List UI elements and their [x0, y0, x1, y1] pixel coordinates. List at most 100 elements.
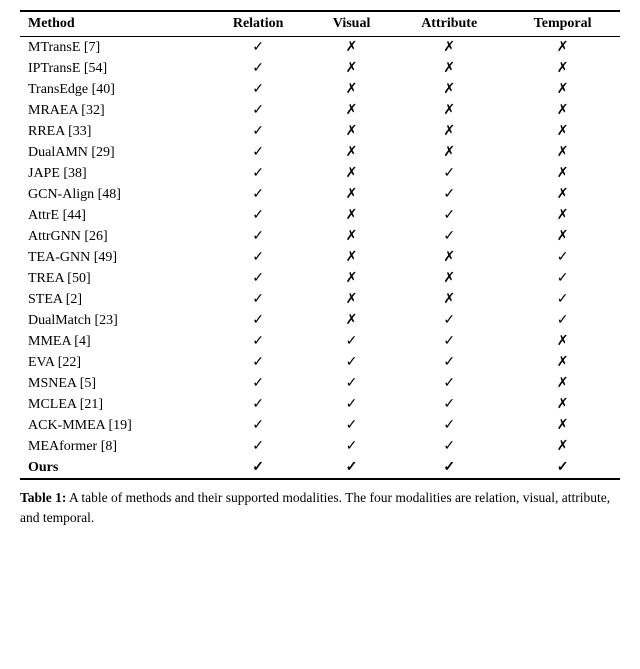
cell-method: GCN-Align [48] — [20, 184, 206, 205]
cell-relation: ✓ — [206, 79, 310, 100]
cell-temporal: ✗ — [505, 205, 620, 226]
cell-attribute: ✓ — [393, 205, 505, 226]
cell-temporal: ✗ — [505, 415, 620, 436]
cell-attribute: ✓ — [393, 331, 505, 352]
cell-visual: ✗ — [310, 100, 393, 121]
cell-visual: ✗ — [310, 226, 393, 247]
cell-visual: ✗ — [310, 205, 393, 226]
cell-temporal: ✗ — [505, 373, 620, 394]
col-header-relation: Relation — [206, 11, 310, 37]
cell-temporal: ✓ — [505, 268, 620, 289]
table-row: DualMatch [23]✓✗✓✓ — [20, 310, 620, 331]
cell-visual: ✓ — [310, 415, 393, 436]
cell-method: MCLEA [21] — [20, 394, 206, 415]
caption-label: Table 1: — [20, 490, 66, 505]
cell-visual: ✓ — [310, 373, 393, 394]
cell-visual: ✓ — [310, 457, 393, 479]
cell-method: Ours — [20, 457, 206, 479]
table-row: TEA-GNN [49]✓✗✗✓ — [20, 247, 620, 268]
cell-method: DualAMN [29] — [20, 142, 206, 163]
table-container: Method Relation Visual Attribute Tempora… — [20, 10, 620, 529]
cell-attribute: ✓ — [393, 352, 505, 373]
cell-relation: ✓ — [206, 100, 310, 121]
table-row: GCN-Align [48]✓✗✓✗ — [20, 184, 620, 205]
cell-temporal: ✗ — [505, 436, 620, 457]
cell-relation: ✓ — [206, 268, 310, 289]
table-row: MCLEA [21]✓✓✓✗ — [20, 394, 620, 415]
cell-method: AttrE [44] — [20, 205, 206, 226]
table-row: EVA [22]✓✓✓✗ — [20, 352, 620, 373]
cell-attribute: ✗ — [393, 37, 505, 59]
cell-attribute: ✓ — [393, 436, 505, 457]
table-row: AttrGNN [26]✓✗✓✗ — [20, 226, 620, 247]
cell-visual: ✗ — [310, 121, 393, 142]
cell-visual: ✓ — [310, 352, 393, 373]
cell-visual: ✗ — [310, 79, 393, 100]
cell-relation: ✓ — [206, 289, 310, 310]
cell-relation: ✓ — [206, 205, 310, 226]
cell-visual: ✗ — [310, 184, 393, 205]
cell-visual: ✗ — [310, 289, 393, 310]
cell-temporal: ✗ — [505, 226, 620, 247]
table-row: MSNEA [5]✓✓✓✗ — [20, 373, 620, 394]
cell-visual: ✓ — [310, 436, 393, 457]
table-header-row: Method Relation Visual Attribute Tempora… — [20, 11, 620, 37]
cell-method: TransEdge [40] — [20, 79, 206, 100]
cell-visual: ✗ — [310, 58, 393, 79]
cell-method: RREA [33] — [20, 121, 206, 142]
cell-method: DualMatch [23] — [20, 310, 206, 331]
table-row: MTransE [7]✓✗✗✗ — [20, 37, 620, 59]
cell-visual: ✓ — [310, 331, 393, 352]
cell-relation: ✓ — [206, 142, 310, 163]
table-row: MEAformer [8]✓✓✓✗ — [20, 436, 620, 457]
table-row: AttrE [44]✓✗✓✗ — [20, 205, 620, 226]
table-row: IPTransE [54]✓✗✗✗ — [20, 58, 620, 79]
table-row: ACK-MMEA [19]✓✓✓✗ — [20, 415, 620, 436]
table-row: JAPE [38]✓✗✓✗ — [20, 163, 620, 184]
cell-temporal: ✓ — [505, 457, 620, 479]
cell-method: IPTransE [54] — [20, 58, 206, 79]
cell-relation: ✓ — [206, 184, 310, 205]
cell-temporal: ✓ — [505, 310, 620, 331]
cell-temporal: ✗ — [505, 352, 620, 373]
cell-visual: ✗ — [310, 268, 393, 289]
cell-method: MTransE [7] — [20, 37, 206, 59]
cell-temporal: ✗ — [505, 121, 620, 142]
table-row: Ours✓✓✓✓ — [20, 457, 620, 479]
table-row: RREA [33]✓✗✗✗ — [20, 121, 620, 142]
cell-relation: ✓ — [206, 457, 310, 479]
table-row: MRAEA [32]✓✗✗✗ — [20, 100, 620, 121]
cell-temporal: ✗ — [505, 394, 620, 415]
cell-temporal: ✗ — [505, 100, 620, 121]
col-header-visual: Visual — [310, 11, 393, 37]
cell-method: MRAEA [32] — [20, 100, 206, 121]
cell-attribute: ✗ — [393, 268, 505, 289]
cell-temporal: ✗ — [505, 163, 620, 184]
cell-method: TEA-GNN [49] — [20, 247, 206, 268]
methods-table: Method Relation Visual Attribute Tempora… — [20, 10, 620, 480]
cell-method: ACK-MMEA [19] — [20, 415, 206, 436]
cell-attribute: ✗ — [393, 142, 505, 163]
cell-relation: ✓ — [206, 37, 310, 59]
cell-attribute: ✗ — [393, 247, 505, 268]
cell-temporal: ✗ — [505, 331, 620, 352]
cell-method: STEA [2] — [20, 289, 206, 310]
cell-temporal: ✗ — [505, 58, 620, 79]
cell-relation: ✓ — [206, 331, 310, 352]
cell-relation: ✓ — [206, 415, 310, 436]
cell-visual: ✗ — [310, 142, 393, 163]
cell-relation: ✓ — [206, 394, 310, 415]
cell-method: JAPE [38] — [20, 163, 206, 184]
cell-method: MMEA [4] — [20, 331, 206, 352]
cell-attribute: ✗ — [393, 100, 505, 121]
cell-method: EVA [22] — [20, 352, 206, 373]
cell-attribute: ✓ — [393, 394, 505, 415]
cell-temporal: ✗ — [505, 37, 620, 59]
caption-text: A table of methods and their supported m… — [20, 490, 610, 525]
cell-attribute: ✓ — [393, 226, 505, 247]
col-header-temporal: Temporal — [505, 11, 620, 37]
cell-relation: ✓ — [206, 58, 310, 79]
table-row: MMEA [4]✓✓✓✗ — [20, 331, 620, 352]
cell-attribute: ✓ — [393, 457, 505, 479]
cell-attribute: ✗ — [393, 58, 505, 79]
